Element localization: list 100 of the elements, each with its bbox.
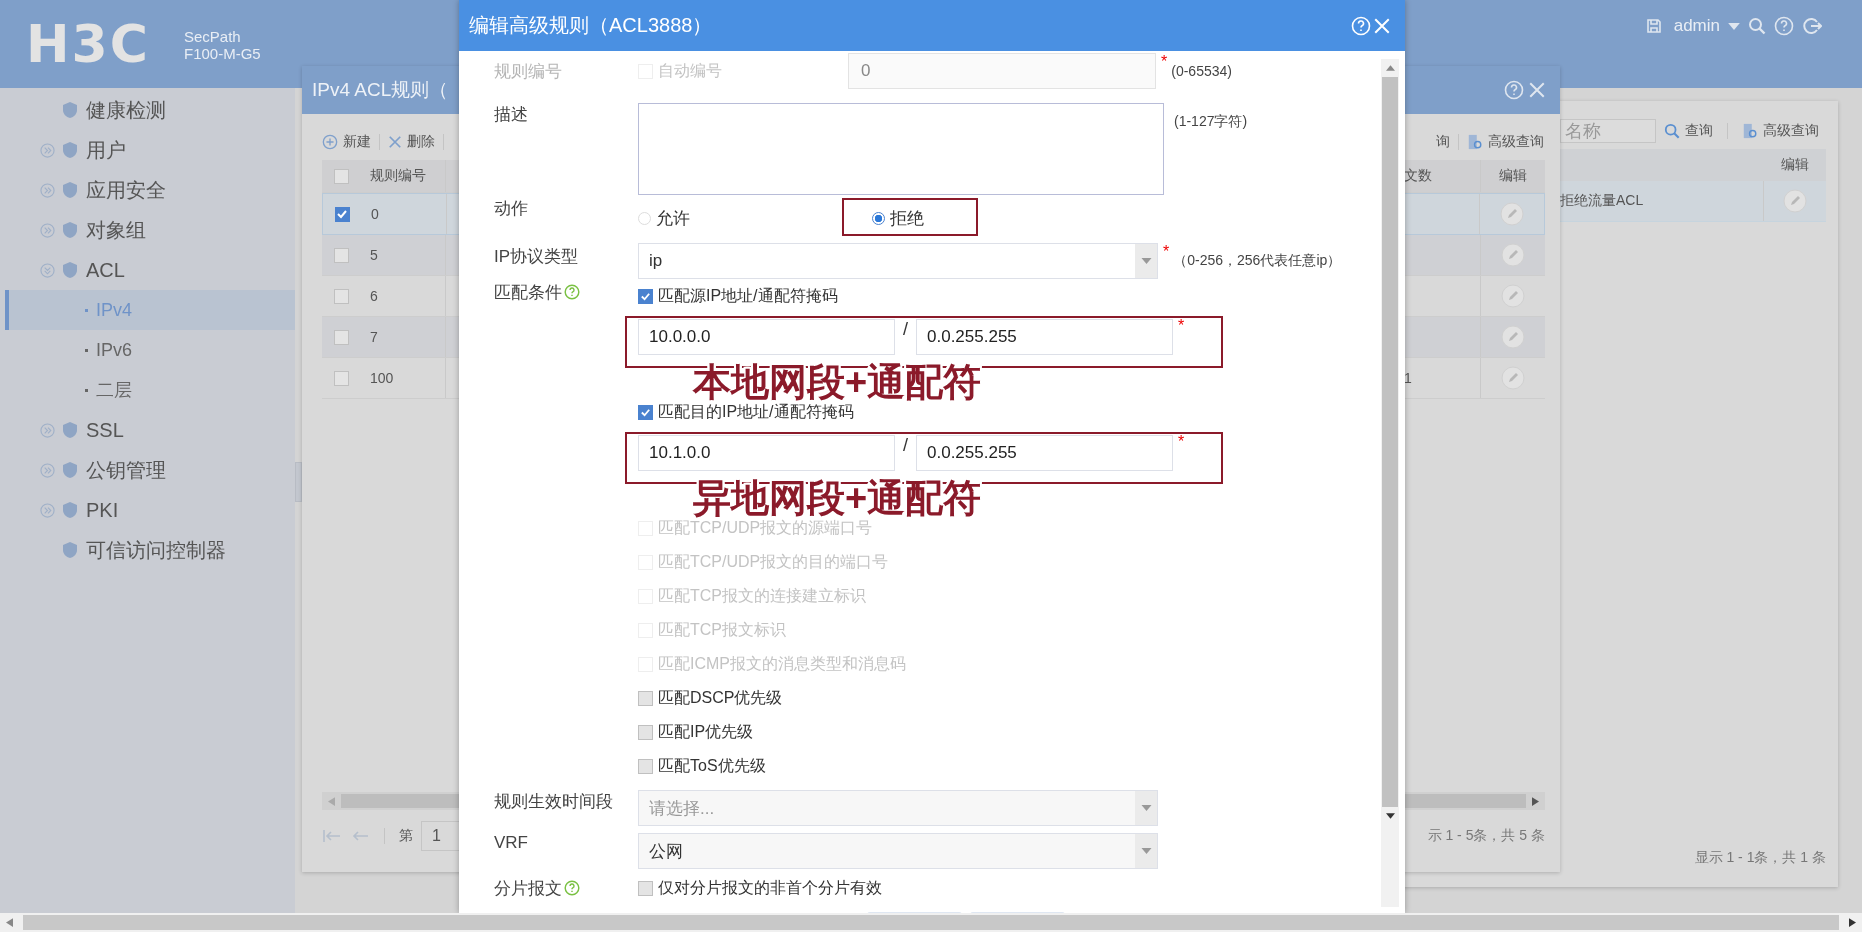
pencil-icon[interactable] [1500,202,1524,226]
column-header: 文数 [1403,167,1433,185]
chevron-icon[interactable] [40,182,55,198]
condition-checkbox[interactable]: 匹配IP优先级 [638,721,754,743]
search-field[interactable]: 名称 [1560,119,1656,143]
sidebar-item[interactable]: 对象组 [0,210,295,250]
column-header: 编辑 [1480,160,1545,192]
sidebar-item[interactable]: 应用安全 [0,170,295,210]
field-label: VRF [494,833,529,853]
model-name: F100-M-G5 [184,45,261,62]
separator: / [902,435,909,456]
checkbox[interactable] [333,168,349,184]
checkbox[interactable] [333,288,349,304]
required-mark: * [1161,53,1168,71]
plus-icon [322,134,338,150]
length-hint: (1-127字符) [1174,113,1248,131]
caret-icon [1140,805,1152,811]
caret-icon[interactable] [1728,22,1740,30]
logout-icon[interactable] [1802,16,1822,36]
pencil-icon[interactable] [1501,325,1525,349]
wildcard-mask-field[interactable]: 0.0.255.255 [916,319,1173,355]
first-page-icon[interactable] [322,829,342,843]
fragment-checkbox[interactable]: 仅对分片报文的非首个分片有效 [638,877,882,899]
pencil-icon[interactable] [1501,366,1525,390]
protocol-select[interactable]: ip [638,243,1158,279]
toolbar-button[interactable]: 高级查询 [1467,133,1544,151]
sidebar-item[interactable]: ACL [0,250,295,290]
chevron-icon[interactable] [40,222,55,238]
condition-checkbox[interactable]: 匹配源IP地址/通配符掩码 [638,285,838,307]
table-cell-text: 5 [369,247,379,263]
scroll-right-icon[interactable] [1532,796,1539,806]
chevron-icon[interactable] [40,262,55,278]
chevron-icon[interactable] [40,422,55,438]
condition-checkbox[interactable]: 匹配DSCP优先级 [638,687,783,709]
field-label: 规则生效时间段 [494,791,614,813]
logo: H3C [26,14,151,74]
time-range-select[interactable]: 请选择... [638,790,1158,826]
scroll-up-icon[interactable] [1385,65,1395,71]
checkbox[interactable] [333,370,349,386]
vertical-scrollbar[interactable] [1381,59,1399,907]
checkbox[interactable] [333,329,349,345]
horizontal-scrollbar[interactable] [0,913,1862,932]
sidebar-item[interactable]: PKI [0,490,295,530]
shield-icon [62,221,78,239]
toolbar-button[interactable]: 删除 [388,133,435,151]
condition-checkbox[interactable]: 匹配ToS优先级 [638,755,766,777]
column-header: 编辑 [1780,156,1810,174]
help-icon[interactable] [564,880,580,896]
radio-option[interactable]: 允许 [638,206,690,230]
field-label: 规则编号 [494,60,563,83]
checkbox[interactable] [334,206,350,222]
help-icon[interactable] [564,284,580,300]
scroll-down-icon[interactable] [1385,813,1395,819]
sidebar-subitem[interactable]: IPv6 [5,330,295,370]
search-button[interactable]: 查询 [1664,122,1713,140]
ip-address-field[interactable]: 10.1.0.0 [638,435,895,471]
window-title: IPv4 ACL规则（ [312,78,450,102]
description-field[interactable] [638,103,1164,195]
sidebar-item[interactable]: 用户 [0,130,295,170]
field-label: 动作 [494,198,529,220]
sidebar-item[interactable]: 健康检测 [0,90,295,130]
previous-page-icon[interactable] [350,829,370,843]
toolbar-button[interactable]: 询 [1436,133,1450,151]
scroll-left-icon[interactable] [6,918,13,927]
sidebar-subitem[interactable]: 二层 [5,370,295,410]
shield-icon [62,101,78,119]
chevron-icon[interactable] [40,142,55,158]
search-icon[interactable] [1748,17,1766,35]
pagination-summary: 显示 1 - 1条，共 1 条 [1694,849,1826,867]
separator: / [902,319,909,340]
collapse-handle[interactable] [295,462,302,502]
pencil-icon[interactable] [1501,284,1525,308]
scroll-left-icon[interactable] [328,796,335,806]
table-cell-text: 拒绝流量ACL [1559,192,1645,210]
chevron-icon[interactable] [40,502,55,518]
radio-option[interactable]: 拒绝 [872,206,924,230]
field-label: 匹配条件 [494,281,562,304]
sidebar-item[interactable]: 可信访问控制器 [0,530,295,570]
shield-icon [62,181,78,199]
ip-address-field[interactable]: 10.0.0.0 [638,319,895,355]
vrf-select[interactable]: 公网 [638,833,1158,869]
save-icon[interactable] [1645,18,1662,34]
pencil-icon[interactable] [1783,189,1807,213]
scroll-right-icon[interactable] [1849,918,1856,927]
pencil-icon[interactable] [1501,243,1525,267]
chevron-icon[interactable] [40,462,55,478]
advanced-search-button[interactable]: 高级查询 [1742,122,1819,140]
wildcard-mask-field[interactable]: 0.0.255.255 [916,435,1173,471]
condition-checkbox[interactable]: 匹配目的IP地址/通配符掩码 [638,401,854,423]
toolbar-button[interactable]: 新建 [322,133,371,151]
table-cell-text: 0 [370,206,380,222]
field-label: 分片报文 [494,877,562,900]
required-mark: * [1163,243,1170,261]
checkbox[interactable] [333,247,349,263]
sidebar-item[interactable]: SSL [0,410,295,450]
field-label: 描述 [494,104,529,126]
shield-icon [62,261,78,279]
sidebar-item[interactable]: 公钥管理 [0,450,295,490]
search-icon [1664,123,1680,139]
close-icon[interactable] [1528,81,1546,99]
